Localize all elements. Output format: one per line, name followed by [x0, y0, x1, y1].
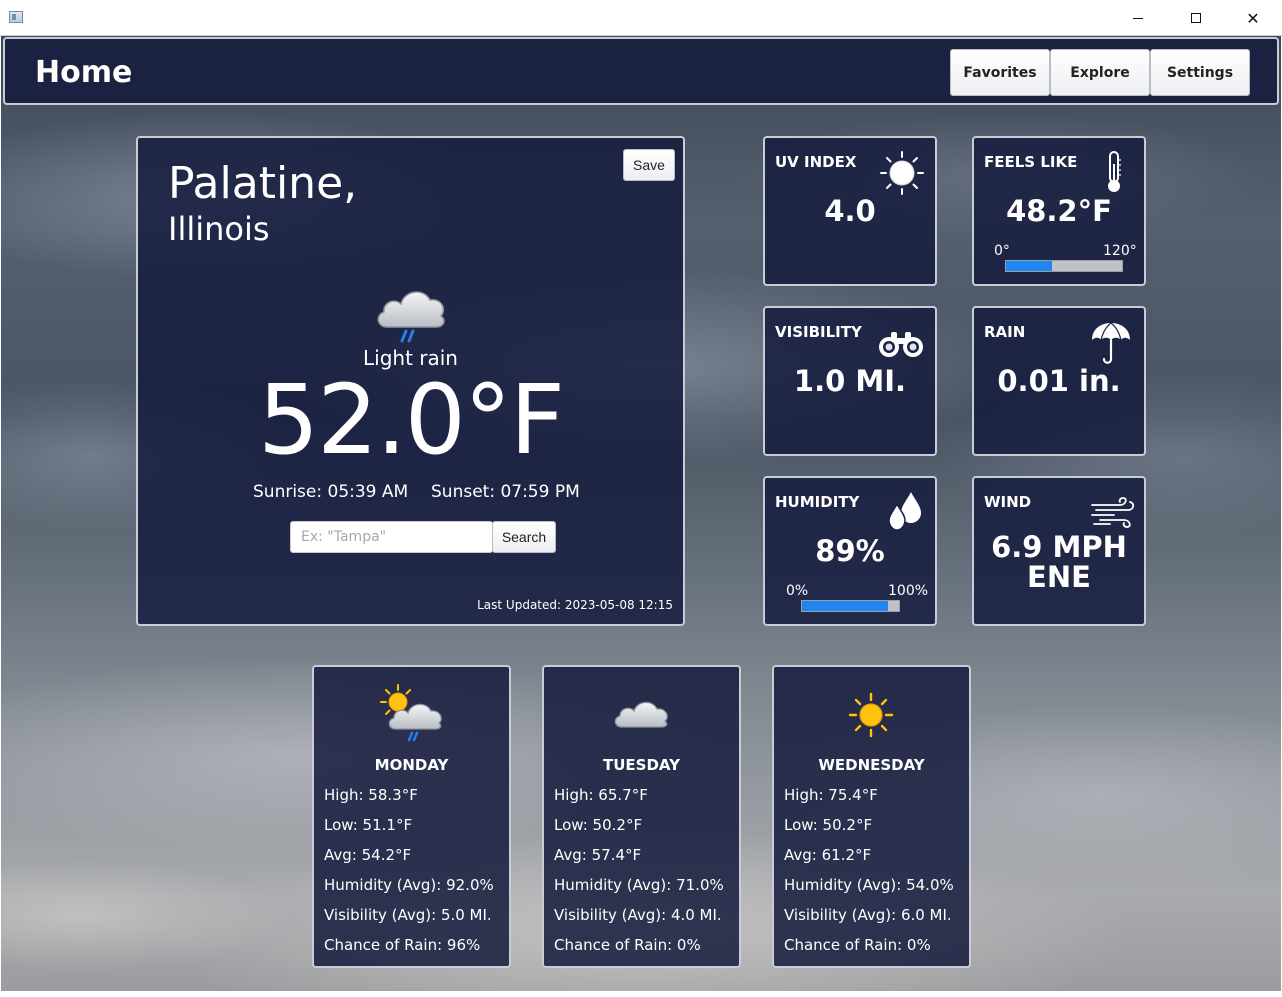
forecast-card-tuesday: TUESDAY High: 65.7°F Low: 50.2°F Avg: 57… [542, 665, 741, 968]
minimize-button[interactable] [1109, 0, 1167, 36]
forecast-low: Low: 50.2°F [784, 816, 873, 834]
current-weather-card: Palatine, Illinois Save Light rain 52.0°… [136, 136, 685, 626]
forecast-card-wednesday: WEDNESDAY High: 75.4°F Low: 50.2°F Avg: … [772, 665, 971, 968]
rain-label: RAIN [984, 323, 1026, 341]
cloud-icon [614, 701, 668, 728]
feels-like-label: FEELS LIKE [984, 153, 1078, 171]
humidity-min-label: 0% [786, 583, 809, 599]
forecast-rain-chance: Chance of Rain: 0% [784, 936, 931, 954]
forecast-avg: Avg: 57.4°F [554, 846, 642, 864]
close-icon: ✕ [1246, 8, 1260, 28]
humidity-value: 89% [815, 534, 885, 568]
uv-index-label: UV INDEX [775, 153, 857, 171]
umbrella-icon [1092, 322, 1130, 364]
sun-icon [880, 151, 924, 195]
forecast-rain-chance: Chance of Rain: 96% [324, 936, 481, 954]
minimize-icon [1133, 17, 1143, 19]
humidity-bar-fill [802, 601, 889, 611]
forecast-day-label: MONDAY [374, 756, 449, 774]
rain-cloud-icon [377, 291, 445, 343]
favorites-button[interactable]: Favorites [950, 49, 1050, 96]
forecast-visibility: Visibility (Avg): 4.0 MI. [554, 906, 722, 924]
visibility-label: VISIBILITY [775, 323, 862, 341]
humidity-tile: HUMIDITY 89% 0% 100% [763, 476, 937, 626]
wind-speed-value: 6.9 MPH [991, 530, 1127, 564]
wind-tile: WIND 6.9 MPH ENE [972, 476, 1146, 626]
maximize-icon [1191, 13, 1201, 23]
forecast-low: Low: 51.1°F [324, 816, 413, 834]
feels-like-min-label: 0° [994, 243, 1010, 259]
header-bar: Home Favorites Explore Settings [3, 37, 1279, 105]
humidity-max-label: 100% [888, 583, 929, 599]
location-search-input[interactable] [290, 521, 493, 553]
thermometer-icon [1108, 151, 1121, 192]
window-bottom-edge [0, 991, 1282, 997]
forecast-avg: Avg: 54.2°F [324, 846, 412, 864]
forecast-high: High: 58.3°F [324, 786, 418, 804]
feels-like-bar [1005, 260, 1123, 272]
search-button[interactable]: Search [492, 521, 556, 553]
feels-like-tile: FEELS LIKE 48.2°F 0° 120° [972, 136, 1146, 286]
save-button[interactable]: Save [623, 149, 675, 181]
visibility-tile: VISIBILITY 1.0 MI. [763, 306, 937, 456]
forecast-visibility: Visibility (Avg): 6.0 MI. [784, 906, 952, 924]
forecast-avg: Avg: 61.2°F [784, 846, 872, 864]
forecast-high: High: 65.7°F [554, 786, 648, 804]
window-title-bar: ✕ [0, 0, 1282, 36]
rain-value: 0.01 in. [997, 364, 1121, 398]
maximize-button[interactable] [1167, 0, 1225, 36]
settings-button[interactable]: Settings [1150, 49, 1250, 96]
forecast-humidity: Humidity (Avg): 71.0% [554, 876, 724, 894]
city-name: Palatine, [168, 158, 358, 209]
sunset-time: Sunset: 07:59 PM [431, 482, 580, 502]
explore-button[interactable]: Explore [1050, 49, 1150, 96]
forecast-card-monday: MONDAY High: 58.3°F Low: 51.1°F Avg: 54.… [312, 665, 511, 968]
page-title: Home [35, 55, 133, 90]
current-temperature: 52.0°F [258, 364, 565, 476]
uv-index-tile: UV INDEX 4.0 [763, 136, 937, 286]
rain-tile: RAIN 0.01 in. [972, 306, 1146, 456]
forecast-humidity: Humidity (Avg): 54.0% [784, 876, 954, 894]
app-background: Home Favorites Explore Settings Palatine… [1, 36, 1281, 991]
sunrise-time: Sunrise: 05:39 AM [253, 482, 409, 502]
wind-direction-value: ENE [1027, 560, 1091, 594]
sun-rain-cloud-icon [380, 684, 442, 742]
forecast-humidity: Humidity (Avg): 92.0% [324, 876, 494, 894]
close-button[interactable]: ✕ [1224, 0, 1282, 36]
forecast-low: Low: 50.2°F [554, 816, 643, 834]
sun-icon [848, 692, 894, 738]
app-icon [9, 11, 23, 23]
forecast-rain-chance: Chance of Rain: 0% [554, 936, 701, 954]
wind-label: WIND [984, 493, 1032, 511]
forecast-high: High: 75.4°F [784, 786, 878, 804]
feels-like-max-label: 120° [1103, 243, 1137, 259]
humidity-bar [801, 600, 900, 612]
binoculars-icon [879, 332, 923, 357]
wind-icon [1091, 497, 1135, 528]
humidity-label: HUMIDITY [775, 493, 860, 511]
water-drops-icon [888, 492, 921, 531]
state-name: Illinois [168, 210, 270, 248]
feels-like-value: 48.2°F [1006, 194, 1112, 228]
last-updated-text: Last Updated: 2023-05-08 12:15 [477, 598, 673, 612]
feels-like-bar-fill [1006, 261, 1053, 271]
forecast-day-label: TUESDAY [603, 756, 680, 774]
forecast-day-label: WEDNESDAY [818, 756, 925, 774]
uv-index-value: 4.0 [824, 194, 876, 228]
visibility-value: 1.0 MI. [793, 364, 907, 398]
forecast-visibility: Visibility (Avg): 5.0 MI. [324, 906, 492, 924]
